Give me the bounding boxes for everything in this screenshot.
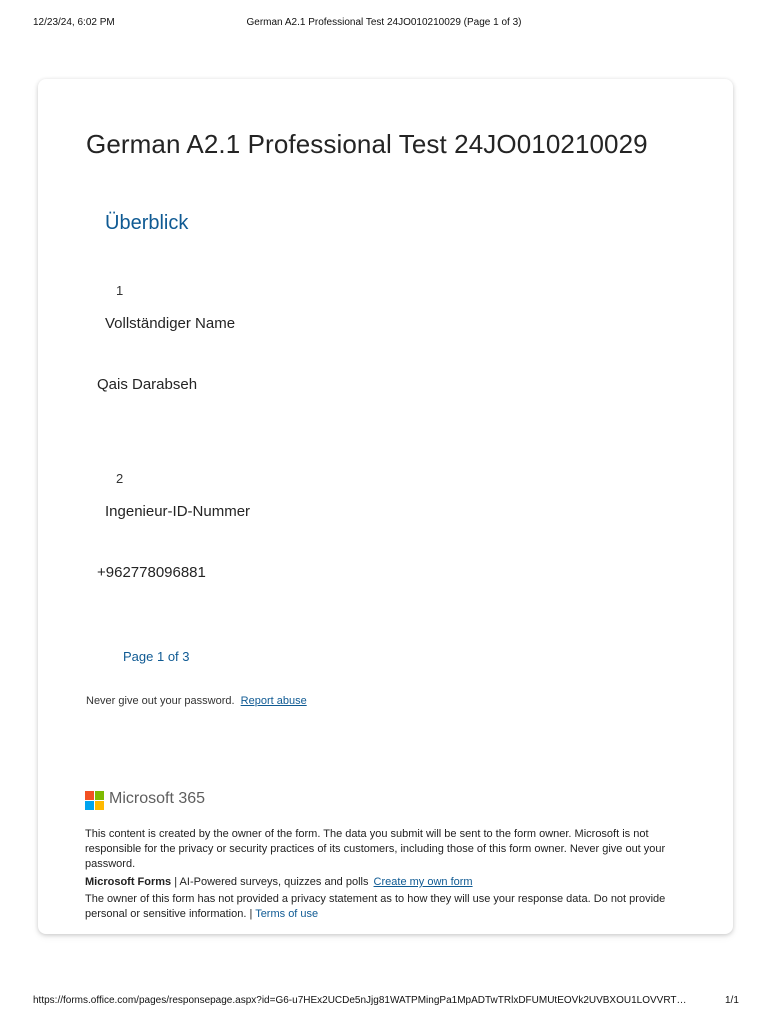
print-page-count: 1/1 <box>725 995 739 1006</box>
privacy-note-text: The owner of this form has not provided … <box>85 893 666 920</box>
report-abuse-link[interactable]: Report abuse <box>241 695 307 707</box>
question-label: Ingenieur-ID-Nummer <box>105 503 251 520</box>
question-number: 1 <box>116 283 124 298</box>
logo-square-green <box>95 791 104 800</box>
terms-of-use-link[interactable]: Terms of use <box>255 908 318 920</box>
logo-square-blue <box>85 801 94 810</box>
forms-tagline: | AI-Powered surveys, quizzes and polls <box>174 876 369 888</box>
page-indicator: Page 1 of 3 <box>123 649 190 664</box>
print-footer: https://forms.office.com/pages/responsep… <box>0 995 768 1009</box>
microsoft-logo-icon <box>85 791 105 811</box>
privacy-note: The owner of this form has not provided … <box>85 892 690 922</box>
question-answer: +962778096881 <box>97 564 206 581</box>
question-answer: Qais Darabseh <box>97 376 198 393</box>
logo-square-red <box>85 791 94 800</box>
print-url: https://forms.office.com/pages/responsep… <box>33 995 687 1006</box>
microsoft-365-brand: Microsoft 365 <box>109 790 206 807</box>
disclaimer-text: This content is created by the owner of … <box>85 828 666 870</box>
forms-brand-line: Microsoft Forms | AI-Powered surveys, qu… <box>85 875 690 890</box>
print-header: 12/23/24, 6:02 PM German A2.1 Profession… <box>0 17 768 33</box>
password-note: Never give out your password. Report abu… <box>86 695 307 707</box>
question-number: 2 <box>116 471 124 486</box>
form-title: German A2.1 Professional Test 24JO010210… <box>86 129 648 159</box>
form-card: German A2.1 Professional Test 24JO010210… <box>38 79 733 934</box>
question-label: Vollständiger Name <box>105 315 236 332</box>
logo-square-yellow <box>95 801 104 810</box>
password-warning: Never give out your password. <box>86 695 235 707</box>
create-form-link[interactable]: Create my own form <box>374 876 473 888</box>
forms-brand: Microsoft Forms <box>85 876 172 888</box>
print-title: German A2.1 Professional Test 24JO010210… <box>246 17 522 28</box>
section-title: Überblick <box>105 212 189 234</box>
